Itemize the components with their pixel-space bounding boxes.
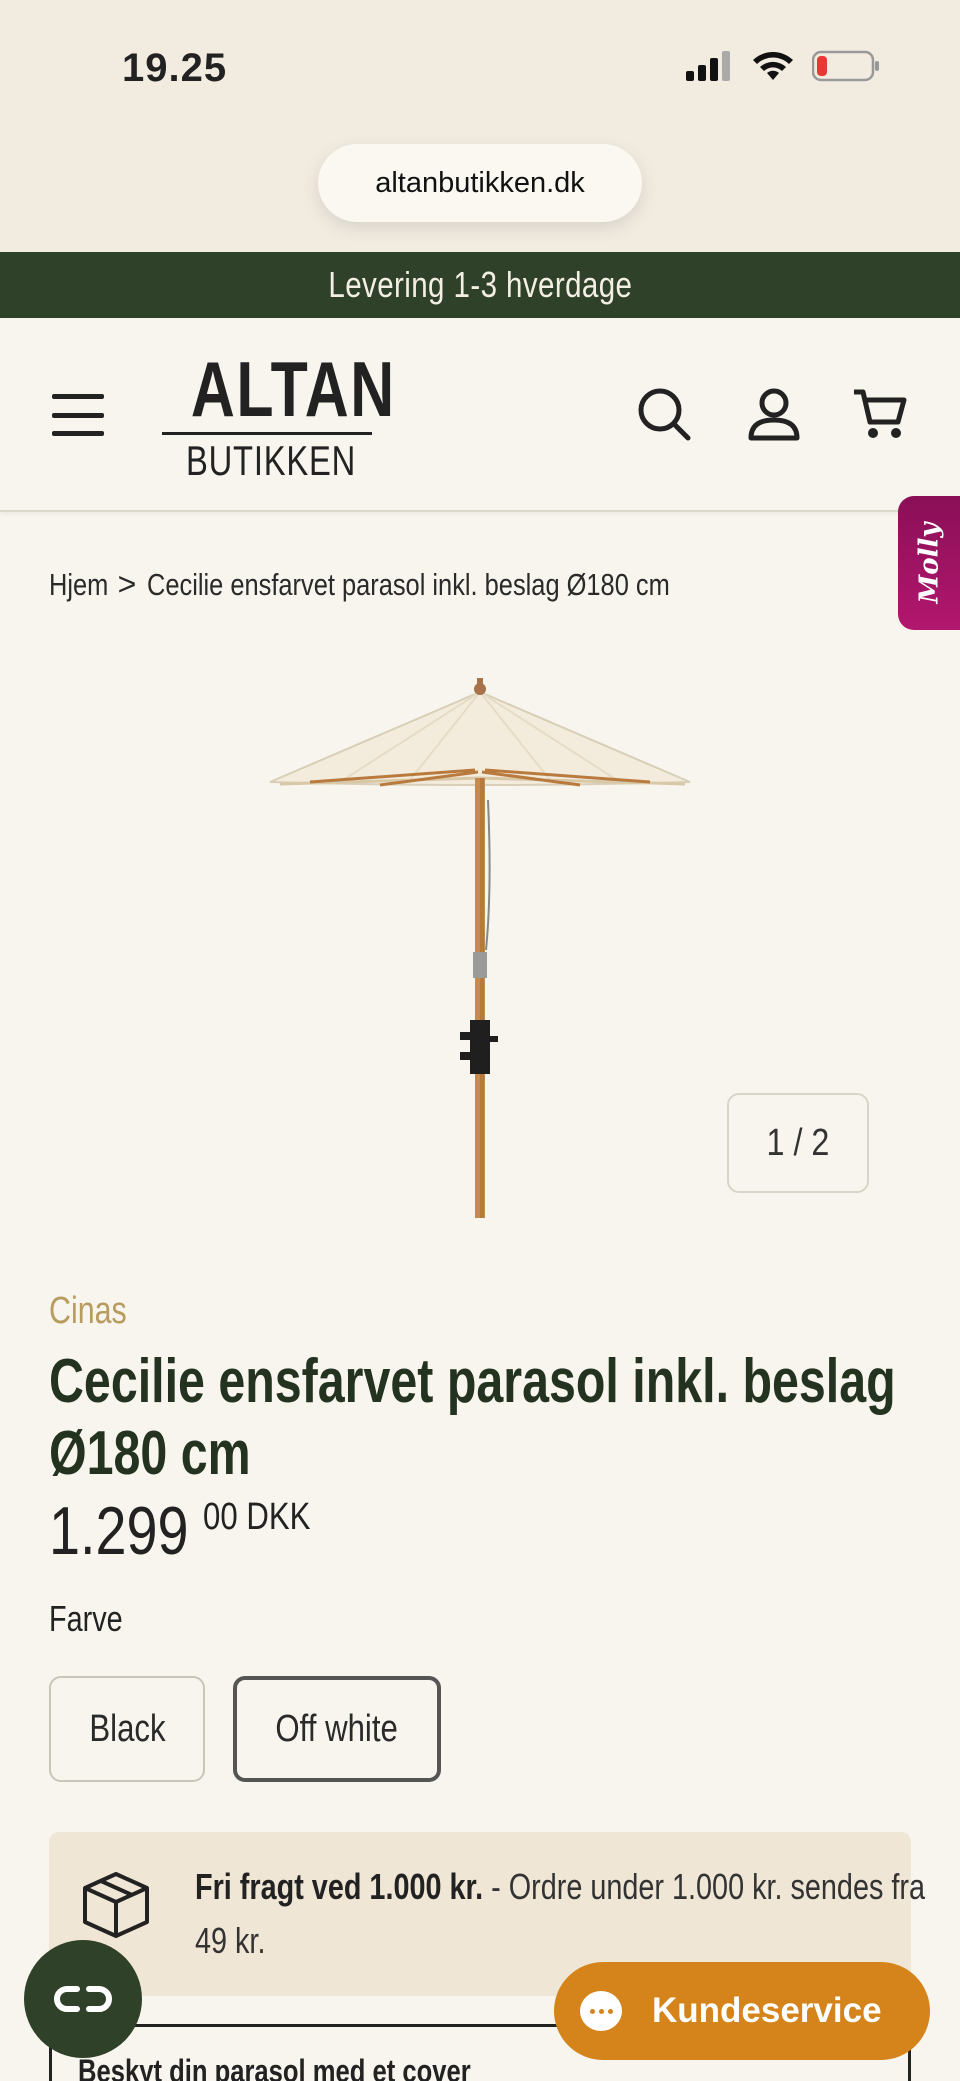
cart-icon[interactable] xyxy=(852,386,908,442)
logo[interactable]: ALTAN BUTIKKEN xyxy=(162,348,394,484)
color-option-off-white[interactable]: Off white xyxy=(233,1676,441,1782)
announcement-bar: Levering 1-3 hverdage xyxy=(0,252,960,318)
status-time: 19.25 xyxy=(122,46,228,90)
wifi-icon xyxy=(753,52,793,80)
price-decimals: 00 DKK xyxy=(203,1496,311,1538)
site-header: ALTAN BUTIKKEN xyxy=(0,318,960,512)
shipping-text: Fri fragt ved 1.000 kr. - Ordre under 1.… xyxy=(195,1860,939,1968)
breadcrumb-home-label: Hjem xyxy=(49,566,109,602)
search-icon[interactable] xyxy=(636,386,692,442)
gallery-counter[interactable]: 1 / 2 xyxy=(727,1093,869,1193)
product-brand[interactable]: Cinas xyxy=(49,1290,146,1333)
announcement-text: Levering 1-3 hverdage xyxy=(327,264,633,305)
color-option-label: Black xyxy=(88,1707,166,1750)
product-title: Cecilie ensfarvet parasol inkl. beslag Ø… xyxy=(49,1347,896,1488)
breadcrumb: Hjem > Cecilie ensfarvet parasol inkl. b… xyxy=(49,566,785,603)
status-icons xyxy=(686,50,880,82)
shipping-text-bold: Fri fragt ved 1.000 kr. xyxy=(195,1866,484,1907)
chevron-right-icon: > xyxy=(117,566,137,602)
logo-bottom-text: BUTIKKEN xyxy=(185,437,357,484)
color-option-label: Off white xyxy=(275,1707,399,1750)
product-price: 1.299 00 DKK xyxy=(49,1496,334,1566)
product-image-parasol[interactable] xyxy=(240,670,720,1220)
signal-icon xyxy=(686,51,730,81)
molly-chat-tab[interactable]: Molly xyxy=(898,496,960,630)
cover-upsell-text: Beskyt din parasol med et cover xyxy=(78,2053,471,2081)
product-brand-text: Cinas xyxy=(49,1290,127,1332)
loyalty-widget-button[interactable] xyxy=(24,1940,142,2058)
kundeservice-label: Kundeservice xyxy=(652,1991,882,2030)
menu-icon[interactable] xyxy=(52,394,104,436)
link-icon xyxy=(54,1986,112,2012)
breadcrumb-current: Cecilie ensfarvet parasol inkl. beslag Ø… xyxy=(147,566,670,602)
breadcrumb-home[interactable]: Hjem xyxy=(49,566,109,603)
chat-bubble-icon xyxy=(580,1991,622,2031)
logo-top-text: ALTAN xyxy=(190,345,396,433)
option-label: Farve xyxy=(49,1598,141,1640)
option-label-text: Farve xyxy=(49,1598,123,1639)
address-bar[interactable]: altanbutikken.dk xyxy=(318,144,642,222)
account-icon[interactable] xyxy=(746,386,802,442)
color-option-black[interactable]: Black xyxy=(49,1676,205,1782)
kundeservice-button[interactable]: Kundeservice xyxy=(554,1962,930,2060)
status-bar: 19.25 altanbutikken.dk xyxy=(0,0,960,252)
gallery-counter-text: 1 / 2 xyxy=(766,1121,830,1164)
url-text: altanbutikken.dk xyxy=(375,166,585,199)
package-icon xyxy=(83,1872,149,1938)
price-main: 1.299 xyxy=(49,1493,189,1569)
molly-label: Molly xyxy=(914,522,945,604)
battery-icon xyxy=(812,50,879,82)
